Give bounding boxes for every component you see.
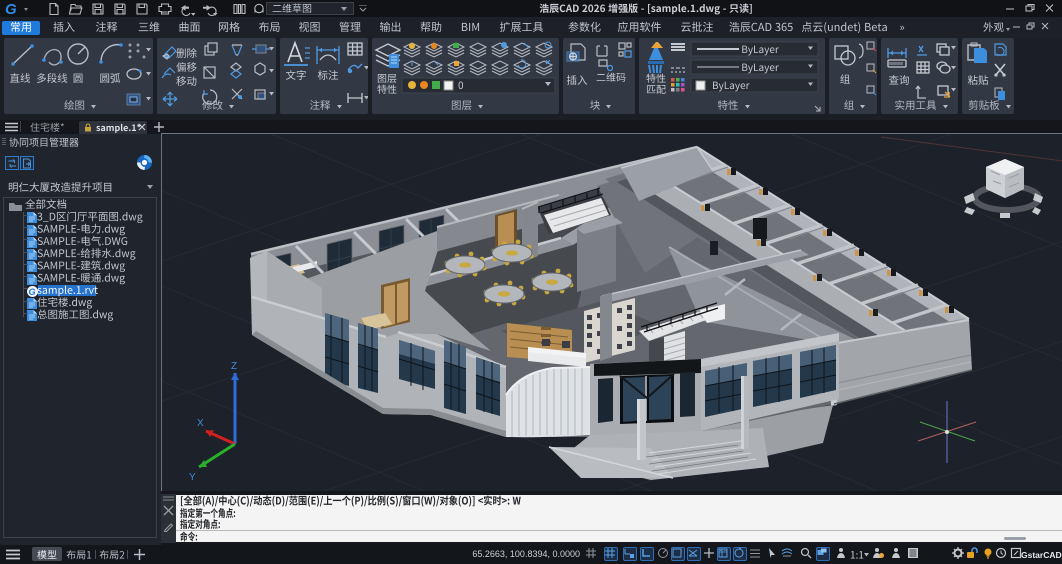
svg-text:Y: Y [189, 472, 196, 483]
svg-text:Z: Z [231, 361, 237, 372]
svg-text:G: G [5, 1, 17, 16]
svg-text:X: X [197, 418, 204, 429]
svg-text:G: G [29, 287, 36, 297]
